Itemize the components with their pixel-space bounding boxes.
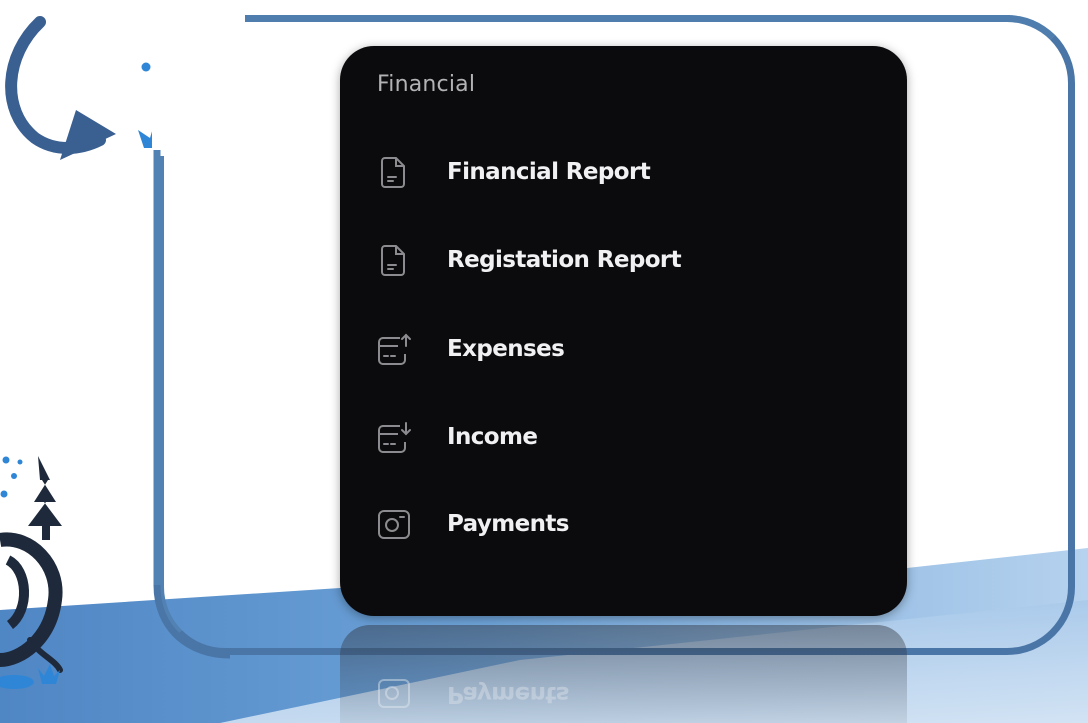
menu-item-income[interactable]: Income bbox=[376, 415, 876, 459]
panel-reflection: Payments bbox=[340, 625, 907, 723]
menu-item-label: Financial Report bbox=[447, 159, 651, 185]
stage: Financial Financial Report Registation R… bbox=[0, 0, 1088, 723]
card-circle-icon bbox=[378, 679, 410, 708]
menu-item-payments[interactable]: Payments bbox=[376, 502, 876, 546]
document-icon bbox=[376, 154, 412, 190]
menu-item-label: Payments bbox=[447, 511, 569, 537]
menu-item-label: Expenses bbox=[447, 336, 565, 362]
menu-item-label: Income bbox=[447, 424, 538, 450]
menu-item-label: Registation Report bbox=[447, 247, 682, 273]
wallet-arrow-up-icon bbox=[376, 331, 412, 367]
financial-menu-panel: Financial Financial Report Registation R… bbox=[340, 46, 907, 616]
wallet-arrow-down-icon bbox=[376, 419, 412, 455]
menu-item-registation-report[interactable]: Registation Report bbox=[376, 238, 876, 282]
card-circle-icon bbox=[376, 506, 412, 542]
document-icon bbox=[376, 242, 412, 278]
menu-item-expenses[interactable]: Expenses bbox=[376, 327, 876, 371]
menu-item-financial-report[interactable]: Financial Report bbox=[376, 150, 876, 194]
reflected-label: Payments bbox=[447, 681, 569, 707]
reflected-menu-item: Payments bbox=[376, 677, 569, 711]
menu-section-title: Financial bbox=[377, 72, 476, 97]
